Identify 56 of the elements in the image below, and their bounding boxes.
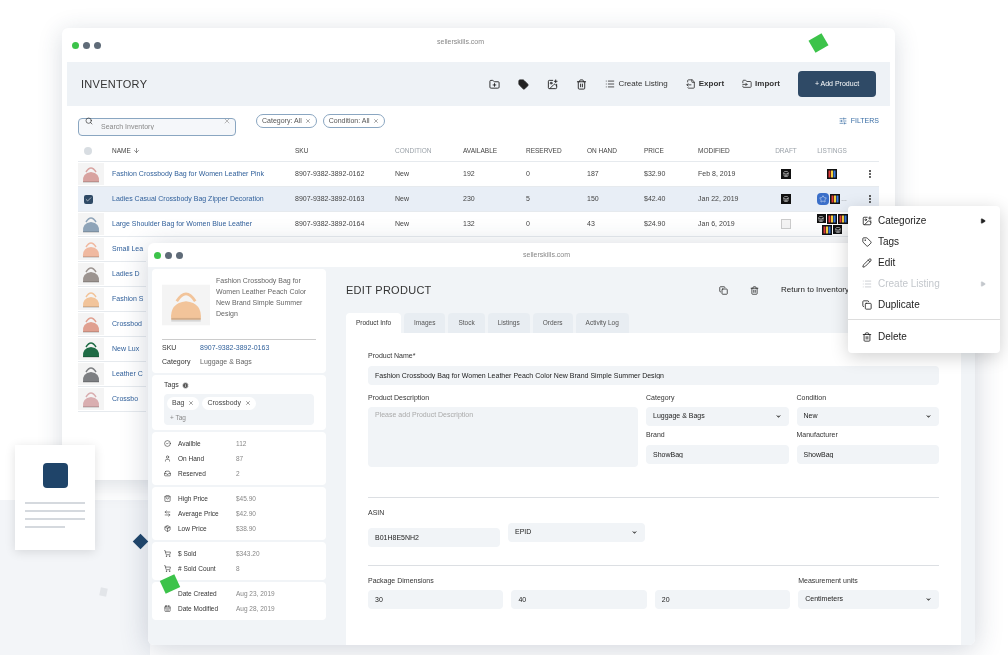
trash-icon[interactable] [749, 285, 759, 295]
pencil-icon [862, 257, 872, 268]
stripes-icon [822, 224, 832, 235]
toolbar-button[interactable]: Import [742, 78, 780, 90]
menu-item[interactable]: Edit [848, 252, 1000, 273]
calendar-icon [164, 605, 171, 613]
copy-icon [862, 299, 872, 310]
trash-icon [862, 331, 872, 342]
person-icon [164, 455, 171, 463]
box-icon [164, 525, 171, 533]
caret-icon [980, 217, 986, 224]
return-link[interactable]: Return to Inventory [780, 284, 849, 296]
check-circle-icon [164, 440, 171, 448]
tag-icon [862, 236, 872, 247]
caret-icon [774, 413, 782, 420]
cart-icon [164, 550, 171, 558]
cart-icon [164, 565, 171, 573]
bag-icon [164, 495, 171, 503]
caret-icon [631, 528, 638, 536]
caret-icon [980, 280, 986, 287]
list-icon [605, 79, 616, 89]
sort-arrow-icon[interactable] [132, 147, 140, 154]
clear-icon[interactable] [223, 117, 231, 125]
stripes-icon [826, 213, 837, 224]
store-icon [833, 225, 842, 234]
folder-icon[interactable] [489, 78, 501, 90]
page-title: EDIT PRODUCT [346, 282, 432, 298]
arrows-icon [164, 510, 171, 518]
stripes-icon [837, 213, 848, 224]
menu-item[interactable]: Delete [848, 319, 1000, 349]
remove-icon[interactable] [244, 400, 251, 406]
info-icon[interactable] [181, 381, 189, 389]
stripes-icon [830, 194, 840, 204]
list-icon [862, 278, 872, 289]
remove-icon[interactable] [188, 400, 195, 406]
caret-icon [925, 596, 932, 603]
row-checkbox[interactable] [84, 194, 93, 204]
toolbar-button[interactable]: Create Listing [605, 78, 668, 90]
inbox-icon [164, 470, 171, 478]
trash-icon[interactable] [576, 78, 588, 90]
caret-icon [925, 413, 932, 420]
sliders-icon [838, 117, 847, 125]
store-icon [816, 214, 826, 223]
tag-icon[interactable] [518, 78, 530, 90]
file-icon [685, 79, 696, 89]
menu-item[interactable]: Duplicate [848, 294, 1000, 315]
search-icon [85, 117, 93, 125]
image-icon[interactable] [547, 78, 559, 90]
select-all-checkbox[interactable] [84, 146, 92, 155]
stripes-icon [827, 169, 837, 179]
copy-icon[interactable] [718, 285, 728, 295]
image-icon [862, 215, 872, 226]
toolbar-button[interactable]: Export [685, 78, 725, 90]
import-icon [742, 79, 753, 89]
page-title: INVENTORY [81, 76, 148, 92]
star-icon [817, 193, 829, 205]
